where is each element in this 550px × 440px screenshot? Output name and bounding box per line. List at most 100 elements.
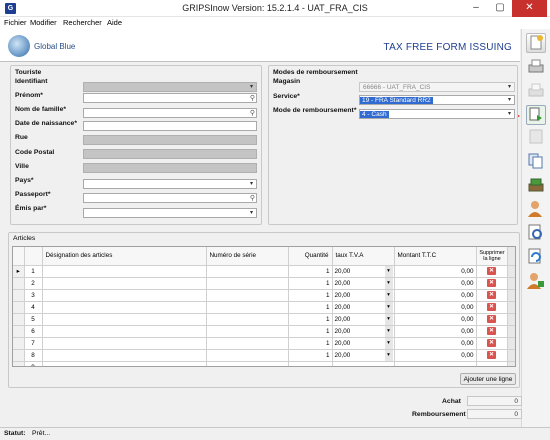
prenom-input[interactable]: ⚲	[83, 93, 257, 103]
scrollbar-track[interactable]	[507, 277, 515, 290]
chevron-down-icon[interactable]: ▾	[384, 289, 393, 300]
chevron-down-icon[interactable]: ▾	[384, 325, 393, 336]
quantity-cell[interactable]: 1	[288, 325, 333, 338]
amount-cell[interactable]: 0,00	[394, 337, 477, 350]
scrollbar-track[interactable]	[507, 313, 515, 326]
chevron-down-icon[interactable]: ▾	[247, 83, 256, 91]
delete-cell[interactable]: ✕	[476, 277, 508, 290]
scrollbar-track[interactable]	[507, 349, 515, 362]
scrollbar-track[interactable]	[507, 325, 515, 338]
tva-cell[interactable]: 20,00 ▾	[332, 313, 395, 326]
quantity-cell[interactable]: 1	[288, 301, 333, 314]
tva-cell[interactable]: 20,00 ▾	[332, 265, 395, 278]
row-selector[interactable]	[13, 337, 25, 350]
table-row[interactable]: 5 1 20,00 ▾ 0,00 ✕	[13, 313, 515, 326]
birthdate-input[interactable]	[83, 121, 257, 131]
search-icon[interactable]: ⚲	[250, 194, 255, 203]
delete-cell[interactable]: ✕	[476, 301, 508, 314]
tva-cell[interactable]: 20,00 ▾	[332, 277, 395, 290]
chevron-down-icon[interactable]: ▾	[505, 110, 514, 118]
serial-cell[interactable]	[206, 301, 289, 314]
delete-row-icon[interactable]: ✕	[487, 291, 496, 299]
close-button[interactable]: ✕	[512, 0, 547, 17]
quantity-cell[interactable]: 1	[288, 349, 333, 362]
amount-cell[interactable]: 0,00	[394, 349, 477, 362]
delete-cell[interactable]: ✕	[476, 337, 508, 350]
quantity-cell[interactable]	[288, 361, 333, 366]
chevron-down-icon[interactable]: ▾	[384, 337, 393, 348]
scrollbar-track[interactable]	[507, 265, 515, 278]
cash-register-icon[interactable]	[526, 175, 546, 195]
copy-icon[interactable]	[526, 151, 546, 171]
row-selector[interactable]: ▸	[13, 265, 25, 278]
row-selector[interactable]	[13, 301, 25, 314]
scrollbar-track[interactable]	[507, 301, 515, 314]
delete-row-icon[interactable]: ✕	[487, 351, 496, 359]
maximize-button[interactable]: ▢	[488, 0, 512, 17]
serial-cell[interactable]	[206, 349, 289, 362]
delete-row-icon[interactable]: ✕	[487, 327, 496, 335]
new-document-icon[interactable]	[526, 33, 546, 53]
menu-rechercher[interactable]: Rechercher	[63, 18, 102, 27]
table-row[interactable]: 2 1 20,00 ▾ 0,00 ✕	[13, 277, 515, 290]
table-row[interactable]: 4 1 20,00 ▾ 0,00 ✕	[13, 301, 515, 314]
row-selector[interactable]	[13, 277, 25, 290]
quantity-cell[interactable]: 1	[288, 313, 333, 326]
amount-cell[interactable]: 0,00	[394, 325, 477, 338]
delete-row-icon[interactable]: ✕	[487, 339, 496, 347]
search-document-icon[interactable]	[526, 223, 546, 243]
serial-cell[interactable]	[206, 289, 289, 302]
serial-cell[interactable]	[206, 265, 289, 278]
tva-cell[interactable]: 20,00 ▾	[332, 349, 395, 362]
amount-cell[interactable]: 0,00	[394, 313, 477, 326]
quantity-cell[interactable]: 1	[288, 289, 333, 302]
table-row[interactable]: 3 1 20,00 ▾ 0,00 ✕	[13, 289, 515, 302]
chevron-down-icon[interactable]: ▾	[247, 180, 256, 188]
serial-cell[interactable]	[206, 337, 289, 350]
add-line-button[interactable]: Ajouter une ligne	[460, 373, 516, 385]
chevron-down-icon[interactable]: ▾	[384, 277, 393, 288]
copy-document-icon[interactable]	[526, 105, 546, 125]
row-selector[interactable]	[13, 289, 25, 302]
search-icon[interactable]: ⚲	[250, 94, 255, 103]
tva-cell[interactable]: 20,00 ▾	[332, 301, 395, 314]
tva-cell[interactable]	[332, 361, 395, 366]
serial-cell[interactable]	[206, 361, 289, 366]
quantity-cell[interactable]: 1	[288, 265, 333, 278]
row-selector[interactable]	[13, 349, 25, 362]
designation-cell[interactable]	[42, 277, 207, 290]
col-tva[interactable]: taux T.V.A	[332, 247, 395, 266]
designation-cell[interactable]	[42, 337, 207, 350]
delete-row-icon[interactable]: ✕	[487, 279, 496, 287]
designation-cell[interactable]	[42, 349, 207, 362]
delete-cell[interactable]: ✕	[476, 265, 508, 278]
delete-row-icon[interactable]: ✕	[487, 315, 496, 323]
user-icon[interactable]	[526, 199, 546, 219]
delete-cell[interactable]: ✕	[476, 313, 508, 326]
chevron-down-icon[interactable]: ▾	[384, 301, 393, 312]
designation-cell[interactable]	[42, 265, 207, 278]
tva-cell[interactable]: 20,00 ▾	[332, 337, 395, 350]
tva-cell[interactable]: 20,00 ▾	[332, 289, 395, 302]
row-selector[interactable]	[13, 361, 25, 366]
chevron-down-icon[interactable]: ▾	[384, 313, 393, 324]
menu-aide[interactable]: Aide	[107, 18, 122, 27]
amount-cell[interactable]: 0,00	[394, 289, 477, 302]
row-selector[interactable]	[13, 313, 25, 326]
scrollbar-track[interactable]	[507, 337, 515, 350]
country-select[interactable]: ▾	[83, 179, 257, 189]
minimize-button[interactable]: –	[464, 0, 488, 17]
search-icon[interactable]: ⚲	[250, 109, 255, 118]
designation-cell[interactable]	[42, 313, 207, 326]
delete-cell[interactable]: ✕	[476, 289, 508, 302]
scrollbar-top[interactable]	[507, 247, 515, 266]
col-amount[interactable]: Montant T.T.C	[394, 247, 477, 266]
designation-cell[interactable]	[42, 325, 207, 338]
table-row[interactable]: ▸ 1 1 20,00 ▾ 0,00 ✕	[13, 265, 515, 278]
user-edit-icon[interactable]	[526, 271, 546, 291]
col-designation[interactable]: Désignation des articles	[42, 247, 207, 266]
service-select[interactable]: 19 - FRA Standard RR2 ▾	[359, 95, 515, 105]
quantity-cell[interactable]: 1	[288, 337, 333, 350]
col-delete[interactable]: Supprimer la ligne	[476, 247, 508, 266]
row-selector[interactable]	[13, 325, 25, 338]
